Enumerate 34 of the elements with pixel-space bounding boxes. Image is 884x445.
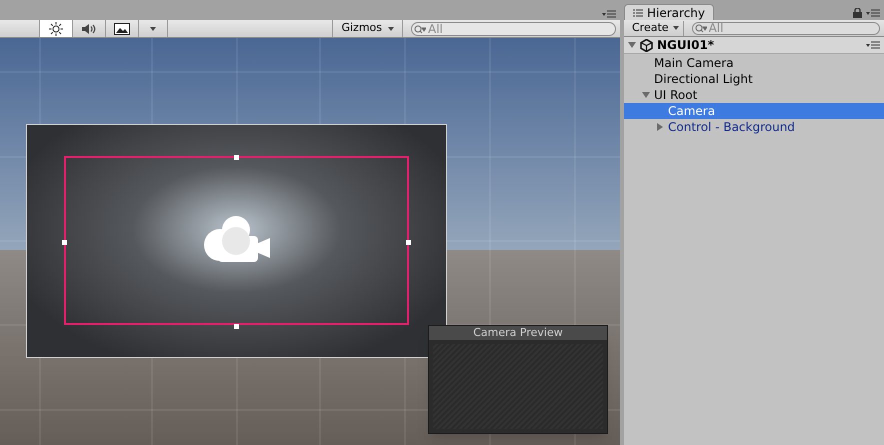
expanded-arrow-icon[interactable]: [642, 91, 650, 99]
caret-icon: [672, 26, 679, 30]
hierarchy-item[interactable]: Main Camera: [624, 55, 884, 71]
search-icon: [694, 24, 707, 32]
collapsed-arrow-icon[interactable]: [656, 123, 664, 131]
caret-icon: [150, 26, 156, 30]
search-field[interactable]: All: [692, 22, 880, 34]
resize-handle[interactable]: [234, 324, 239, 329]
resize-handle[interactable]: [62, 240, 67, 245]
list-icon: [633, 8, 643, 16]
search-field[interactable]: All: [411, 22, 616, 36]
hierarchy-tab[interactable]: Hierarchy: [624, 4, 714, 20]
hierarchy-item[interactable]: UI Root: [624, 87, 884, 103]
gizmos-dropdown[interactable]: Gizmos: [332, 20, 403, 37]
expanded-arrow-icon[interactable]: [628, 41, 636, 49]
sun-icon: [49, 22, 63, 36]
hierarchy-item[interactable]: Control - Background: [624, 119, 884, 135]
search-icon: [414, 24, 426, 34]
lighting-toggle[interactable]: [40, 20, 73, 37]
menu-icon[interactable]: [866, 41, 880, 49]
tab-label: Hierarchy: [647, 4, 706, 22]
hierarchy-item[interactable]: Directional Light: [624, 71, 884, 87]
caret-icon: [388, 26, 394, 30]
panel-menu-icon[interactable]: [602, 10, 616, 18]
scene-name: NGUI01*: [657, 37, 716, 54]
panel-menu-icon[interactable]: [866, 9, 880, 17]
lock-icon[interactable]: [853, 8, 862, 18]
create-dropdown[interactable]: Create: [628, 20, 684, 36]
resize-handle[interactable]: [234, 155, 239, 160]
camera-preview-title: Camera Preview: [429, 326, 607, 340]
image-icon: [114, 22, 130, 34]
speaker-icon: [81, 22, 97, 36]
resize-handle[interactable]: [406, 240, 411, 245]
hierarchy-item[interactable]: Camera: [624, 103, 884, 119]
